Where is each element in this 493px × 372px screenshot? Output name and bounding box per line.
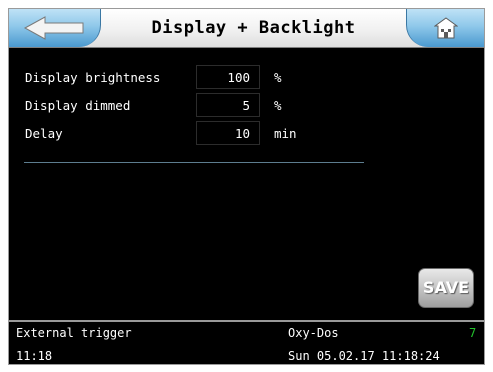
arrow-left-icon (23, 16, 84, 40)
header-bar: Display + Backlight (9, 9, 484, 48)
save-button[interactable]: SAVE (418, 268, 474, 308)
back-button[interactable] (9, 9, 101, 47)
setting-label: Delay (25, 126, 63, 141)
delay-field[interactable]: 10 (196, 121, 260, 145)
setting-unit: % (274, 70, 282, 85)
divider (24, 162, 364, 163)
setting-row-display-dimmed: Display dimmed 5 % (21, 93, 321, 119)
setting-row-delay: Delay 10 min (21, 121, 321, 147)
setting-unit: min (274, 126, 297, 141)
page-title: Display + Backlight (151, 18, 356, 38)
device-frame: Display + Backlight Display brightness 1… (0, 0, 493, 372)
status-count: 7 (469, 326, 477, 340)
status-bar: External trigger Oxy-Dos 7 11:18 Sun 05.… (9, 320, 484, 364)
display-brightness-field[interactable]: 100 (196, 65, 260, 89)
setting-label: Display dimmed (25, 98, 131, 113)
setting-unit: % (274, 98, 282, 113)
setting-label: Display brightness (25, 70, 161, 85)
display-dimmed-field[interactable]: 5 (196, 93, 260, 117)
home-icon (434, 17, 458, 39)
device-name-text: Oxy-Dos (288, 326, 339, 340)
home-button[interactable] (406, 9, 484, 47)
screen: Display + Backlight Display brightness 1… (8, 8, 485, 365)
elapsed-time-text: 11:18 (16, 349, 53, 363)
trigger-mode-text: External trigger (16, 326, 132, 340)
date-time-text: Sun 05.02.17 11:18:24 (288, 349, 440, 363)
setting-row-display-brightness: Display brightness 100 % (21, 65, 321, 91)
